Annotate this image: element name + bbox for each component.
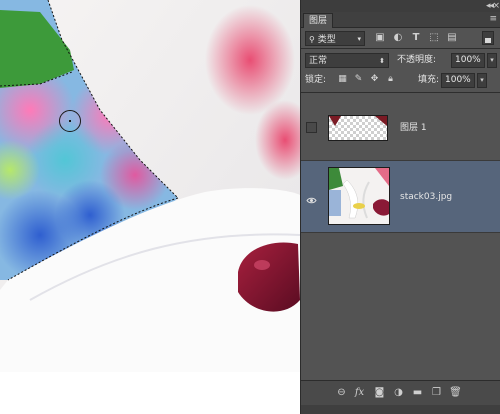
opacity-slider-button[interactable]: ▾ [487,53,497,68]
layer-name[interactable]: stack03.jpg [400,191,452,203]
blend-mode-select[interactable]: 正常 ⬍ [305,53,389,68]
lock-image-pixels-icon[interactable]: ✎ [353,74,364,85]
layer-name[interactable]: 图层 1 [400,122,427,134]
layer-row-stack03[interactable]: stack03.jpg [301,161,500,233]
chevron-down-icon: ▾ [357,35,361,43]
link-layers-icon[interactable]: ⊖ [335,386,348,399]
visibility-toggle-empty[interactable] [306,122,317,133]
layer-thumbnail [328,167,390,225]
up-down-arrows-icon: ⬍ [379,57,385,65]
add-mask-icon[interactable]: ◙ [373,386,386,399]
shape-layer-filter-icon[interactable]: ⬚ [428,32,440,44]
panel-footer [301,405,500,414]
chevron-down-icon: ▾ [490,56,494,64]
photo-image [0,0,300,414]
close-panel-icon[interactable]: × [492,0,500,12]
lock-transparency-icon[interactable]: ▦ [337,74,348,85]
layers-list-empty-area[interactable] [301,233,500,380]
brush-cursor [59,110,81,132]
lock-position-icon[interactable]: ✥ [369,74,380,85]
blend-mode-value: 正常 [309,56,328,66]
chevron-down-icon: ▾ [480,76,484,84]
eye-icon[interactable] [306,191,317,204]
type-layer-filter-icon[interactable]: T [410,32,422,44]
fill-value: 100% [445,75,471,85]
filter-kind-select[interactable]: ⚲ 类型 ▾ [305,31,365,46]
layers-bottom-toolbar: ⊖ fx ◙ ◑ ▬ ❐ 🗑︎ [301,380,500,405]
panel-menu-icon[interactable]: ≡ [489,14,497,24]
fill-input[interactable]: 100% [441,73,475,88]
pixel-layer-filter-icon[interactable]: ▣ [374,32,386,44]
layer-style-fx-icon[interactable]: fx [353,386,366,399]
tab-layers-label: 图层 [309,16,328,26]
search-icon: ⚲ [309,35,315,44]
blend-row: 正常 ⬍ 不透明度: 100% ▾ [301,49,500,71]
panel-tab-row: 图层 ≡ [301,12,500,28]
lock-all-icon[interactable]: 🔒︎ [385,74,396,85]
smart-object-filter-icon[interactable]: ▤ [446,32,458,44]
new-group-folder-icon[interactable]: ▬ [411,386,424,399]
lock-row: 锁定: ▦ ✎ ✥ 🔒︎ 填充: 100% ▾ [301,71,500,91]
fill-slider-button[interactable]: ▾ [477,73,487,88]
filter-kind-label: 类型 [317,35,336,45]
fill-label: 填充: [418,75,440,85]
adjustment-layer-icon[interactable]: ◑ [392,386,405,399]
filter-row: ⚲ 类型 ▾ ▣ ◐ T ⬚ ▤ [301,28,500,48]
layer-row-layer-1[interactable]: 图层 1 [301,93,500,161]
tab-layers[interactable]: 图层 [303,13,334,28]
document-canvas[interactable] [0,0,300,414]
opacity-value: 100% [455,55,481,65]
lock-label: 锁定: [305,75,327,85]
delete-layer-trash-icon[interactable]: 🗑︎ [449,386,462,399]
adjustment-layer-filter-icon[interactable]: ◐ [392,32,404,44]
opacity-label: 不透明度: [397,55,437,65]
opacity-input[interactable]: 100% [451,53,485,68]
filter-toggle-switch[interactable] [482,31,494,45]
layers-panel: ◂◂ × 图层 ≡ ⚲ 类型 ▾ ▣ ◐ T ⬚ ▤ 正常 ⬍ 不透明度: 10… [300,0,500,414]
layer-thumbnail [328,115,388,141]
layer-mask-shape [329,116,387,126]
new-layer-icon[interactable]: ❐ [430,386,443,399]
